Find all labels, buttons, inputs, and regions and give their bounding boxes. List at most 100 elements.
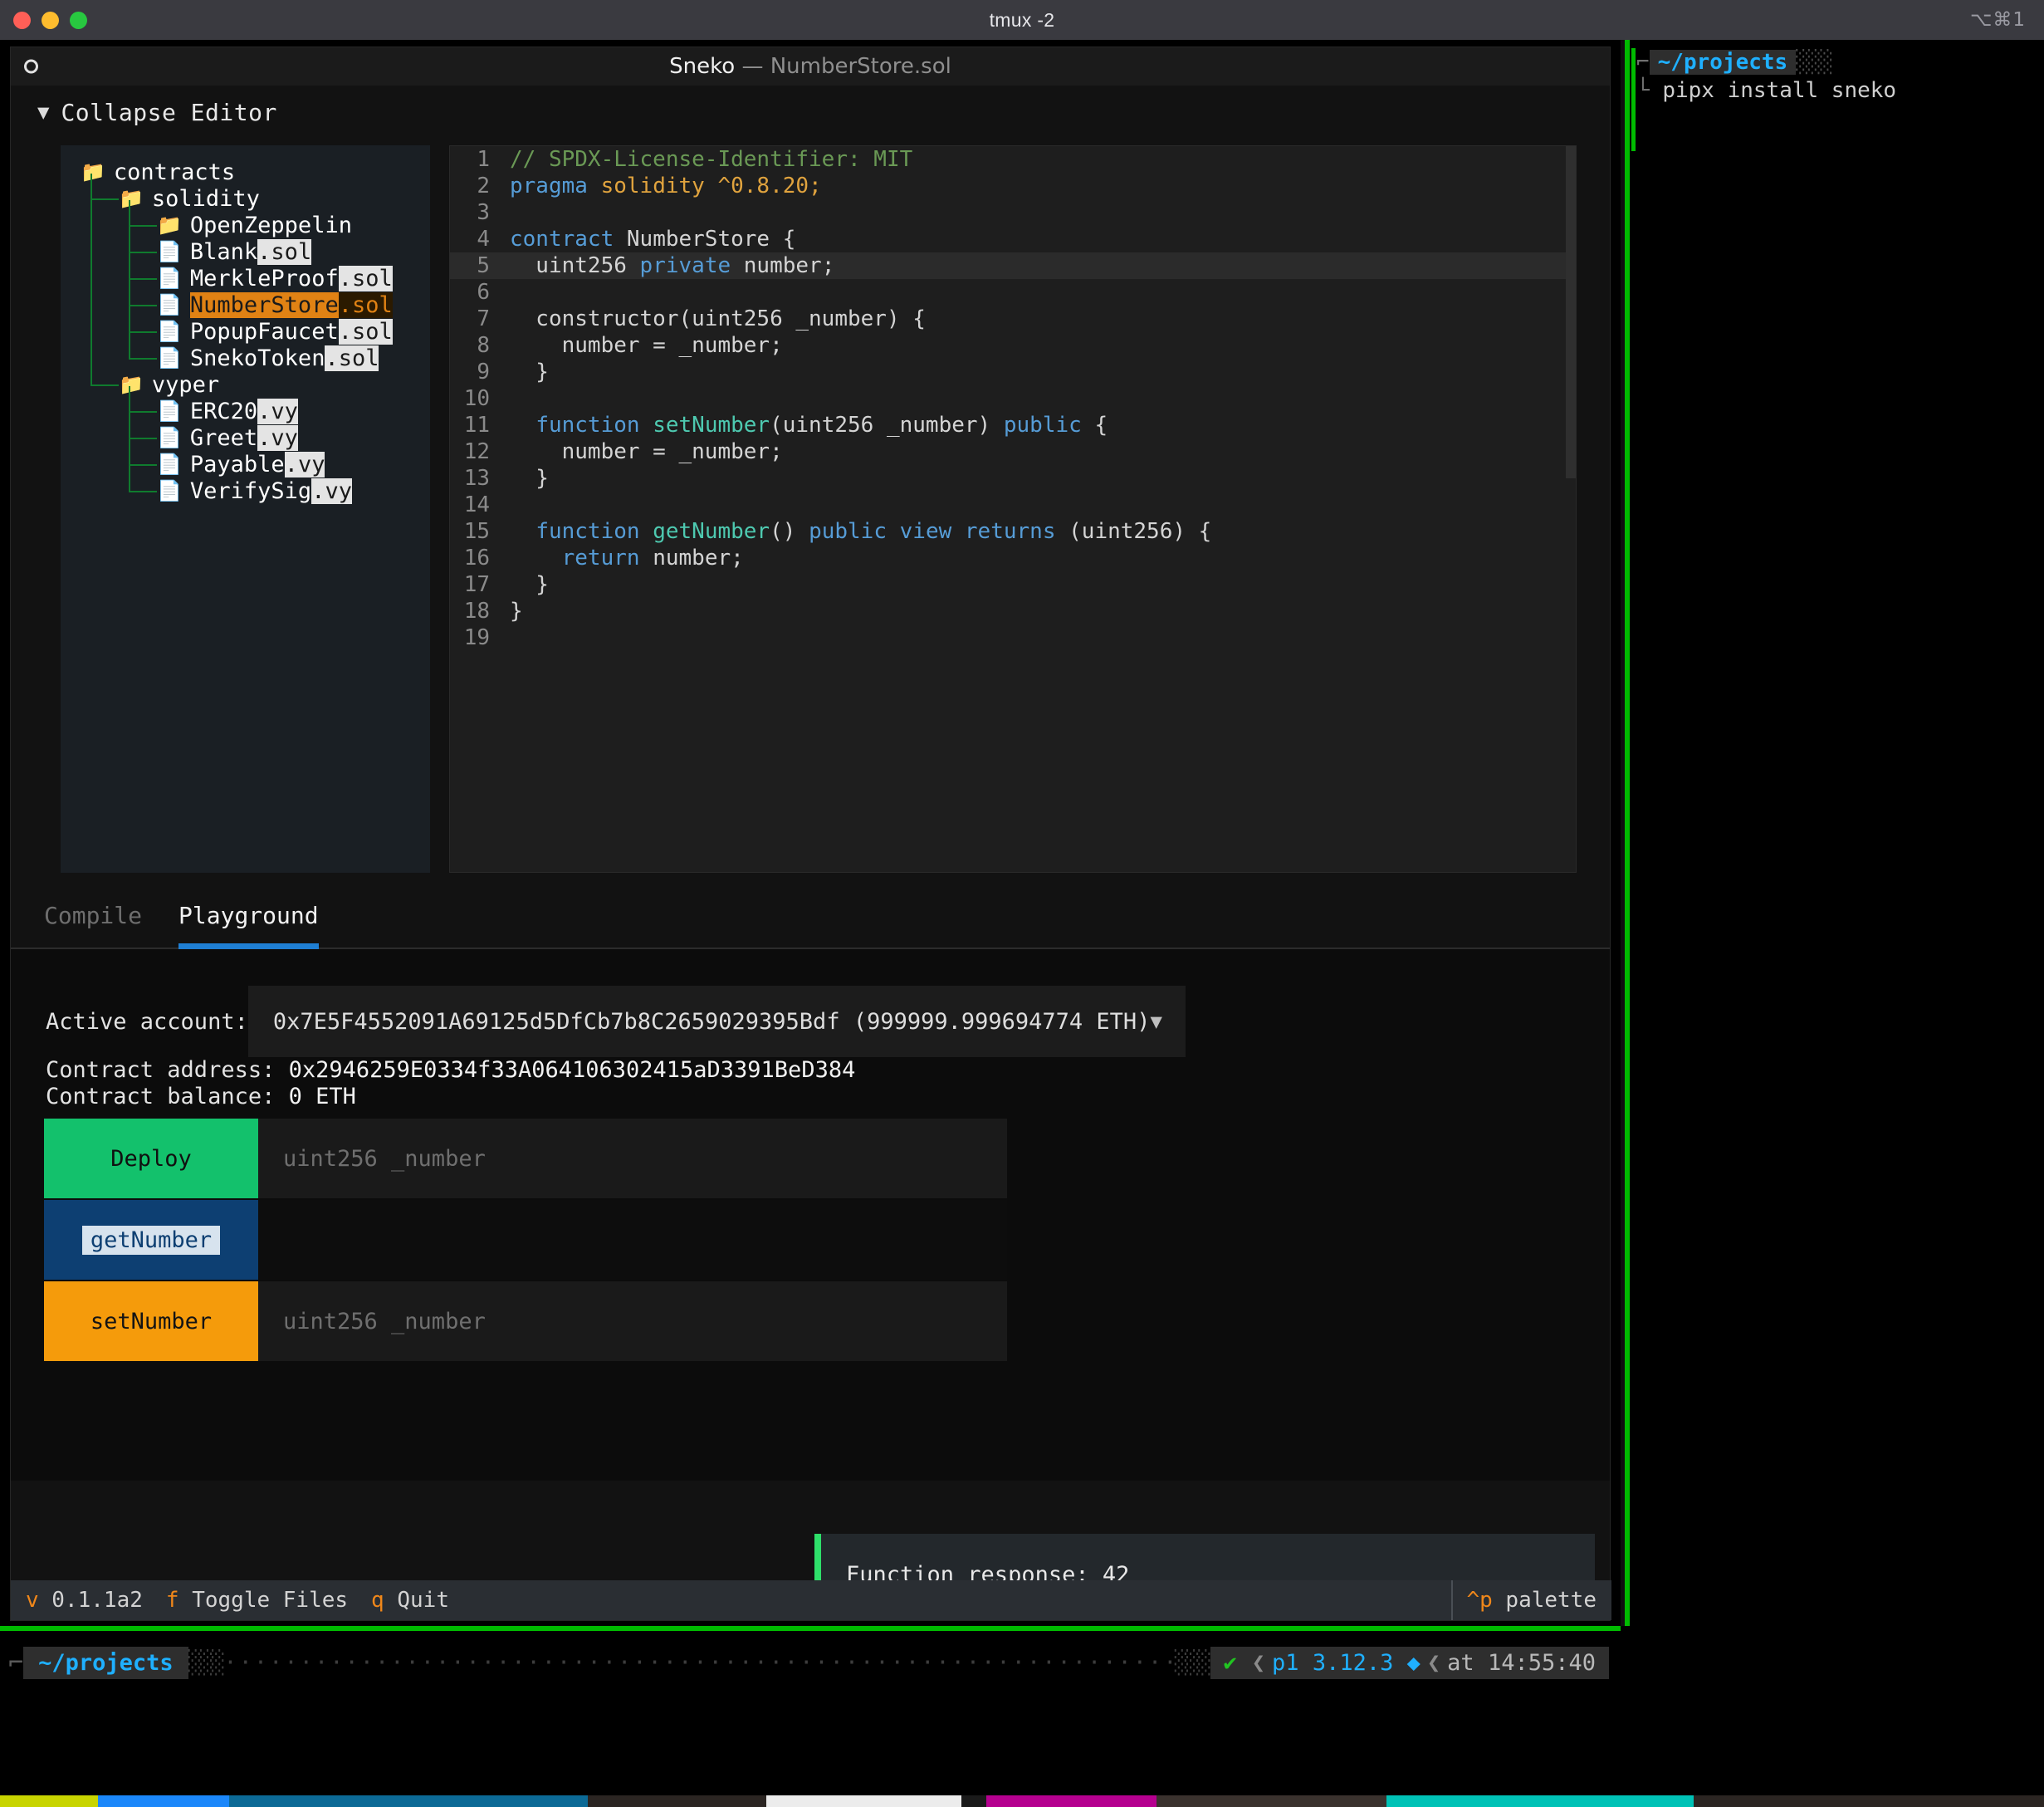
collapse-editor-label: Collapse Editor — [61, 98, 277, 126]
code-line-text: constructor(uint256 _number) { — [510, 306, 926, 331]
dock-segment — [1386, 1795, 1694, 1807]
tmux-session: Sneko — NumberStore.sol ▼ Collapse Edito… — [0, 40, 2044, 1807]
setnumber-argument-input[interactable]: uint256 _number — [258, 1281, 1007, 1361]
footer-shortcut-key: q — [371, 1588, 384, 1613]
code-token: ^0.8.20; — [717, 174, 822, 198]
tmux-pane-right[interactable]: ⌐ ~/projects ░░░ └ pipx install sneko — [1630, 40, 2044, 1807]
code-line-number: 2 — [477, 174, 490, 198]
tree-file[interactable]: 📄 ERC20 .vy — [61, 398, 430, 424]
terminal-active-marker — [1631, 48, 1636, 151]
file-tree-items: 📁 contracts 📁 solidity 📁 OpenZeppelin 📄 Blank .s… — [61, 145, 430, 504]
tree-guide-line — [129, 358, 157, 360]
footer-shortcut[interactable]: v 0.1.1a2 — [26, 1588, 143, 1613]
code-line-text: function getNumber() public view returns… — [510, 519, 1211, 544]
contract-address-row: Contract address: 0x2946259E0334f33A0641… — [46, 1057, 1610, 1084]
tree-file[interactable]: 📄 MerkleProof .sol — [61, 265, 430, 291]
code-token: return — [561, 546, 653, 571]
dock-segment — [229, 1795, 588, 1807]
contract-address-label: Contract address: — [46, 1057, 289, 1083]
tab-compile[interactable]: Compile — [44, 902, 142, 943]
footer-shortcut[interactable]: f Toggle Files — [166, 1588, 348, 1613]
code-token: solidity — [600, 174, 718, 198]
tree-file[interactable]: 📄 SnekoToken .sol — [61, 345, 430, 371]
tree-item-name: ERC20 — [189, 398, 258, 424]
code-token: } — [510, 466, 549, 491]
folder-icon: 📁 — [157, 213, 182, 237]
palette-shortcut[interactable]: ^p palette — [1451, 1580, 1611, 1620]
terminal-command-text: pipx install sneko — [1662, 78, 1897, 103]
file-icon: 📄 — [157, 320, 182, 343]
code-line: 3 — [450, 199, 1576, 226]
dock-segment — [0, 1795, 98, 1807]
terminal-command-line: └ pipx install sneko — [1636, 78, 1897, 103]
code-token: public — [1003, 413, 1095, 438]
getnumber-button[interactable]: getNumber — [44, 1200, 258, 1280]
palette-label: palette — [1492, 1588, 1597, 1613]
tree-guide-line — [129, 491, 157, 492]
app-header: Sneko — NumberStore.sol — [11, 47, 1610, 86]
active-account-row: Active account: 0x7E5F4552091A69125d5DfC… — [11, 986, 1610, 1057]
tree-folder[interactable]: 📁 contracts — [61, 159, 430, 185]
file-tree[interactable]: 📁 contracts 📁 solidity 📁 OpenZeppelin 📄 Blank .s… — [61, 145, 430, 873]
deploy-argument-input[interactable]: uint256 _number — [258, 1119, 1007, 1198]
window-title: tmux -2 — [989, 8, 1055, 31]
code-token: (uint256) { — [1068, 519, 1212, 544]
code-line-number: 19 — [463, 625, 490, 650]
code-line-text: } — [510, 572, 549, 597]
code-line-text: // SPDX-License-Identifier: MIT — [510, 147, 912, 172]
tree-file[interactable]: 📄 Payable .vy — [61, 451, 430, 477]
code-line-number: 14 — [463, 492, 490, 517]
setnumber-button[interactable]: setNumber — [44, 1281, 258, 1361]
code-editor[interactable]: 1 // SPDX-License-Identifier: MIT 2 pragma … — [449, 145, 1577, 873]
status-version: 3.12.3 — [1312, 1649, 1394, 1676]
tree-item-name: Greet — [189, 424, 258, 451]
tree-file[interactable]: 📄 PopupFaucet .sol — [61, 318, 430, 345]
tree-guide-line — [90, 174, 92, 384]
tree-item-extension: .sol — [257, 238, 312, 265]
collapse-editor-toggle[interactable]: ▼ Collapse Editor — [11, 86, 1610, 139]
tree-folder[interactable]: 📁 OpenZeppelin — [61, 212, 430, 238]
tree-item-extension: .sol — [325, 345, 379, 371]
tree-file[interactable]: 📄 Greet .vy — [61, 424, 430, 451]
code-line-text: contract NumberStore { — [510, 227, 795, 252]
tree-item-name: contracts — [113, 159, 236, 185]
code-line-number: 11 — [463, 413, 490, 438]
code-token: { — [1094, 413, 1108, 438]
file-icon: 📄 — [157, 267, 182, 290]
terminal-prompt-path: ~/projects — [1649, 50, 1797, 75]
status-bracket-icon: ⌐ — [8, 1648, 24, 1677]
tree-guide-line — [90, 198, 119, 200]
tmux-pane-left[interactable]: Sneko — NumberStore.sol ▼ Collapse Edito… — [0, 40, 1621, 1692]
tmux-status-right: ✔ ❮ p1 3.12.3 ◆ ❮ at 14:55:40 — [1210, 1646, 1609, 1679]
code-line: 13 } — [450, 465, 1576, 492]
code-line-number: 3 — [477, 200, 490, 225]
function-row-spacer — [258, 1200, 1007, 1280]
footer-shortcut[interactable]: q Quit — [371, 1588, 449, 1613]
code-token: } — [510, 572, 549, 597]
code-line: 14 — [450, 492, 1576, 518]
tree-file[interactable]: 📄 Blank .sol — [61, 238, 430, 265]
code-line: 19 — [450, 624, 1576, 651]
code-scrollbar[interactable] — [1566, 146, 1576, 872]
playground-panel: Active account: 0x7E5F4552091A69125d5DfC… — [11, 949, 1610, 1481]
code-line-number: 16 — [463, 546, 490, 571]
code-token: (uint256 _number) — [770, 413, 1004, 438]
code-line-number: 13 — [463, 466, 490, 491]
deploy-button[interactable]: Deploy — [44, 1119, 258, 1198]
tab-playground[interactable]: Playground — [178, 902, 319, 949]
tree-file[interactable]: 📄 VerifySig .vy — [61, 477, 430, 504]
status-ok-icon: ✔ — [1223, 1649, 1237, 1676]
button-label: getNumber — [81, 1225, 221, 1255]
code-line-number: 1 — [477, 147, 490, 172]
code-line: 17 } — [450, 571, 1576, 598]
tree-file[interactable]: 📄 NumberStore .sol — [61, 291, 430, 318]
footer-shortcut-key: f — [165, 1588, 179, 1613]
app-title-sep: — — [735, 54, 770, 79]
footer-shortcut-label: Toggle Files — [178, 1588, 349, 1613]
file-icon: 📄 — [157, 479, 182, 502]
code-line: 16 return number; — [450, 545, 1576, 571]
active-account-select[interactable]: 0x7E5F4552091A69125d5DfCb7b8C2659029395B… — [247, 986, 1186, 1057]
sneko-app: Sneko — NumberStore.sol ▼ Collapse Edito… — [10, 47, 1611, 1621]
status-dither-icon-right: ░░░ — [1174, 1649, 1212, 1676]
